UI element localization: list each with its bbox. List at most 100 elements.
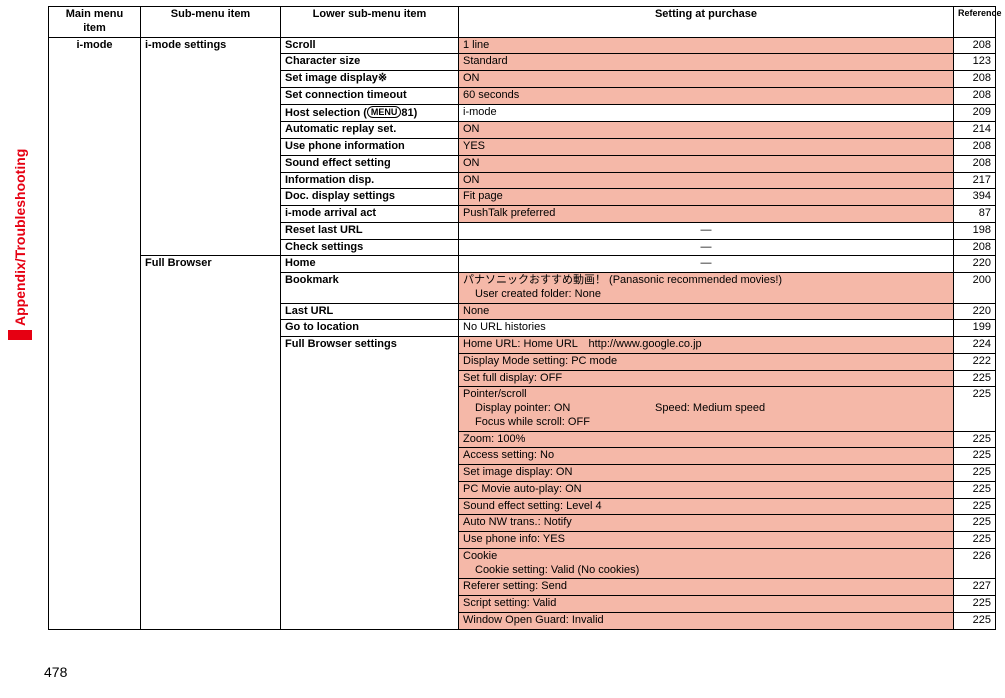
- cell: Sound effect setting: [281, 155, 459, 172]
- cell: Home: [281, 256, 459, 273]
- settings-table: Main menu item Sub-menu item Lower sub-m…: [48, 6, 996, 630]
- cell: Access setting: No: [459, 448, 954, 465]
- cell: Set image display※: [281, 71, 459, 88]
- cell: 198: [954, 222, 996, 239]
- cell: 220: [954, 303, 996, 320]
- cell: 225: [954, 465, 996, 482]
- cell: パナソニックおすすめ動画！ (Panasonic recommended mov…: [459, 273, 954, 304]
- cell: Sound effect setting: Level 4: [459, 498, 954, 515]
- cell: Go to location: [281, 320, 459, 337]
- cell: Use phone info: YES: [459, 532, 954, 549]
- cell: 225: [954, 515, 996, 532]
- cell: 214: [954, 122, 996, 139]
- cell: 226: [954, 548, 996, 579]
- cell: Zoom: 100%: [459, 431, 954, 448]
- header-setting: Setting at purchase: [459, 7, 954, 38]
- table-body: i-modei-mode settingsScroll1 line208Char…: [49, 37, 996, 629]
- side-tab: Appendix/Troubleshooting: [8, 149, 32, 340]
- settings-table-wrap: Main menu item Sub-menu item Lower sub-m…: [48, 6, 996, 630]
- cell: Window Open Guard: Invalid: [459, 612, 954, 629]
- table-row: Full BrowserHome―220: [49, 256, 996, 273]
- cell: Bookmark: [281, 273, 459, 304]
- cell: Automatic replay set.: [281, 122, 459, 139]
- cell: 225: [954, 448, 996, 465]
- cell: Home URL: Home URL http://www.google.co.…: [459, 337, 954, 354]
- cell: 220: [954, 256, 996, 273]
- cell: YES: [459, 139, 954, 156]
- cell: ―: [459, 239, 954, 256]
- cell: 209: [954, 104, 996, 122]
- main-menu-cell: i-mode: [49, 37, 141, 629]
- cell: 225: [954, 532, 996, 549]
- cell: 87: [954, 206, 996, 223]
- cell: Pointer/scrollDisplay pointer: ONSpeed: …: [459, 387, 954, 431]
- cell: 123: [954, 54, 996, 71]
- cell: 225: [954, 370, 996, 387]
- cell: Set full display: OFF: [459, 370, 954, 387]
- cell: 224: [954, 337, 996, 354]
- cell: Set connection timeout: [281, 87, 459, 104]
- cell: 199: [954, 320, 996, 337]
- header-reference: Reference: [954, 7, 996, 38]
- cell: ―: [459, 256, 954, 273]
- cell: Check settings: [281, 239, 459, 256]
- cell: Last URL: [281, 303, 459, 320]
- cell: ―: [459, 222, 954, 239]
- cell: None: [459, 303, 954, 320]
- cell: 208: [954, 37, 996, 54]
- cell: Character size: [281, 54, 459, 71]
- cell: 225: [954, 481, 996, 498]
- cell: CookieCookie setting: Valid (No cookies): [459, 548, 954, 579]
- sub-menu-cell: i-mode settings: [141, 37, 281, 256]
- cell: 1 line: [459, 37, 954, 54]
- side-bar-accent: [8, 330, 32, 340]
- cell: 208: [954, 239, 996, 256]
- cell: 222: [954, 353, 996, 370]
- header-lower: Lower sub-menu item: [281, 7, 459, 38]
- cell: 208: [954, 87, 996, 104]
- lower-menu-cell: Full Browser settings: [281, 337, 459, 630]
- cell: 394: [954, 189, 996, 206]
- cell: No URL histories: [459, 320, 954, 337]
- cell: Display Mode setting: PC mode: [459, 353, 954, 370]
- cell: 225: [954, 431, 996, 448]
- cell: 225: [954, 498, 996, 515]
- cell: Host selection (MENU81): [281, 104, 459, 122]
- cell: Information disp.: [281, 172, 459, 189]
- cell: Scroll: [281, 37, 459, 54]
- cell: 208: [954, 71, 996, 88]
- cell: Doc. display settings: [281, 189, 459, 206]
- cell: 217: [954, 172, 996, 189]
- cell: 208: [954, 139, 996, 156]
- cell: PC Movie auto-play: ON: [459, 481, 954, 498]
- cell: Reset last URL: [281, 222, 459, 239]
- cell: ON: [459, 155, 954, 172]
- cell: 60 seconds: [459, 87, 954, 104]
- header-main: Main menu item: [49, 7, 141, 38]
- cell: i-mode: [459, 104, 954, 122]
- cell: i-mode arrival act: [281, 206, 459, 223]
- cell: 225: [954, 612, 996, 629]
- cell: Set image display: ON: [459, 465, 954, 482]
- cell: Use phone information: [281, 139, 459, 156]
- sub-menu-cell: Full Browser: [141, 256, 281, 629]
- cell: 227: [954, 579, 996, 596]
- cell: Referer setting: Send: [459, 579, 954, 596]
- cell: ON: [459, 172, 954, 189]
- cell: Standard: [459, 54, 954, 71]
- cell: 208: [954, 155, 996, 172]
- side-tab-label: Appendix/Troubleshooting: [12, 149, 28, 326]
- cell: Auto NW trans.: Notify: [459, 515, 954, 532]
- table-header-row: Main menu item Sub-menu item Lower sub-m…: [49, 7, 996, 38]
- cell: PushTalk preferred: [459, 206, 954, 223]
- table-row: i-modei-mode settingsScroll1 line208: [49, 37, 996, 54]
- cell: 225: [954, 596, 996, 613]
- cell: Fit page: [459, 189, 954, 206]
- page-number: 478: [44, 664, 67, 680]
- cell: ON: [459, 122, 954, 139]
- cell: 200: [954, 273, 996, 304]
- cell: Script setting: Valid: [459, 596, 954, 613]
- cell: 225: [954, 387, 996, 431]
- header-sub: Sub-menu item: [141, 7, 281, 38]
- cell: ON: [459, 71, 954, 88]
